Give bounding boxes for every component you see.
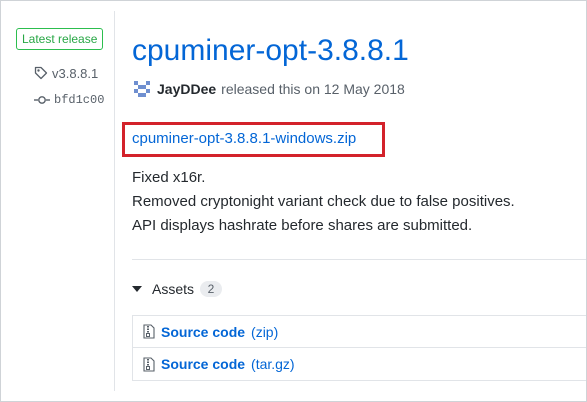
release-note-line: Removed cryptonight variant check due to… [132, 193, 515, 210]
caret-down-icon [132, 286, 142, 292]
file-zip-icon [143, 324, 155, 339]
tag-link[interactable]: v3.8.8.1 [34, 65, 98, 81]
latest-release-badge: Latest release [16, 28, 104, 50]
assets-label: Assets [152, 281, 195, 297]
windows-zip-download-link[interactable]: cpuminer-opt-3.8.8.1-windows.zip [132, 129, 356, 149]
assets-toggle[interactable]: Assets 2 [132, 279, 223, 299]
commit-link[interactable]: bfd1c00 [34, 92, 104, 108]
asset-name[interactable]: Source code [161, 324, 245, 340]
asset-row-source-zip[interactable]: Source code (zip) [132, 315, 586, 348]
avatar[interactable] [132, 79, 152, 99]
assets-list: Source code (zip) Source code (tar.gz) [132, 315, 586, 381]
release-note-line: API displays hashrate before shares are … [132, 217, 473, 234]
asset-row-source-targz[interactable]: Source code (tar.gz) [132, 348, 586, 381]
asset-ext[interactable]: (zip) [251, 324, 278, 340]
assets-count-badge: 2 [200, 281, 223, 297]
git-commit-icon [34, 94, 50, 106]
tag-icon [34, 66, 48, 80]
sidebar-divider [114, 11, 115, 391]
asset-ext[interactable]: (tar.gz) [251, 356, 295, 372]
release-sidebar: Latest release v3.8.8.1 bfd1c00 [1, 1, 114, 401]
section-divider [132, 259, 586, 260]
commit-hash: bfd1c00 [54, 93, 105, 107]
release-note-line: Fixed x16r. [132, 169, 206, 186]
release-meta: JayDDee released this on 12 May 2018 [132, 79, 405, 99]
asset-name[interactable]: Source code [161, 356, 245, 372]
release-title[interactable]: cpuminer-opt-3.8.8.1 [132, 31, 409, 71]
author-link[interactable]: JayDDee [157, 81, 216, 97]
release-notes: Fixed x16r. Removed cryptonight variant … [132, 166, 515, 238]
file-zip-icon [143, 356, 155, 372]
released-text: released this on 12 May 2018 [221, 81, 405, 97]
tag-label: v3.8.8.1 [52, 65, 99, 81]
